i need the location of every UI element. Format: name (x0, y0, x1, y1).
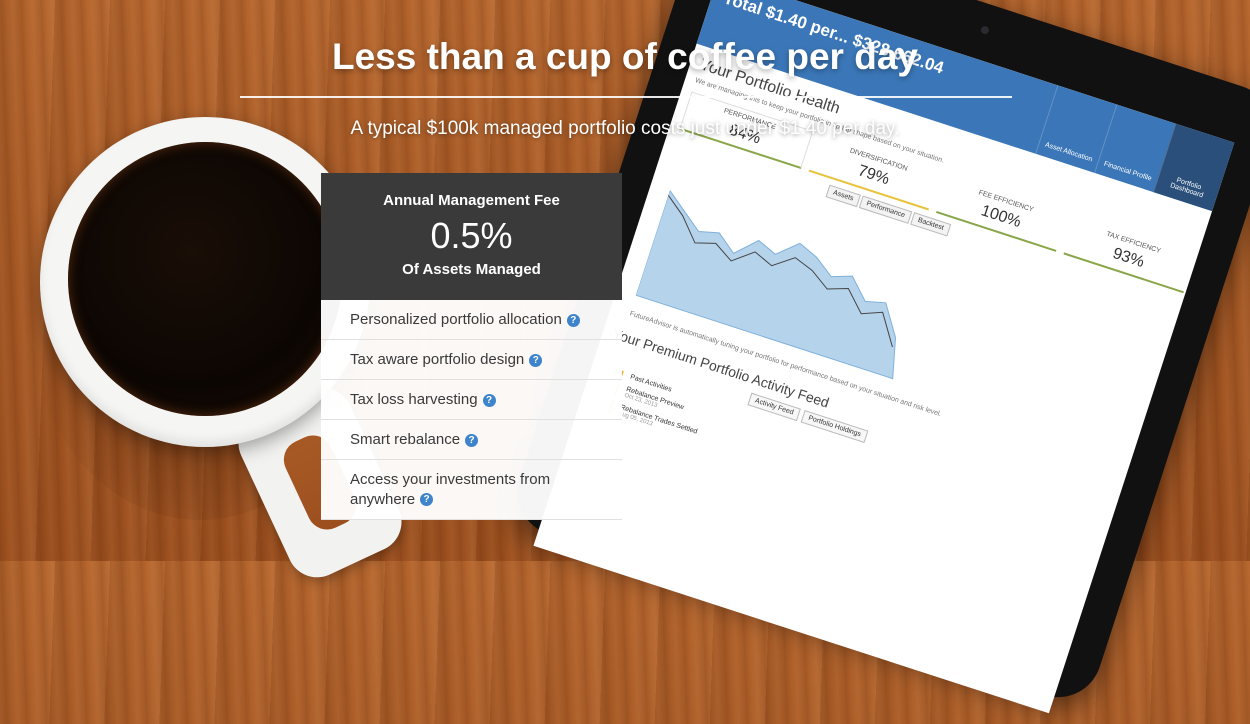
pricing-card: Annual Management Fee 0.5% Of Assets Man… (321, 173, 622, 520)
tablet-screen: Total $1.40 per... $328,662.04 Asset All… (533, 0, 1235, 714)
feature-item: Tax aware portfolio design? (321, 340, 622, 380)
fee-unit: Of Assets Managed (402, 261, 541, 278)
feature-label: Access your investments from anywhere? (350, 470, 551, 508)
fee-label: Annual Management Fee (383, 192, 560, 209)
feature-list: Personalized portfolio allocation? Tax a… (321, 300, 622, 520)
tab-assets: Assets (825, 184, 861, 208)
question-circle-icon[interactable]: ? (529, 353, 543, 367)
question-circle-icon[interactable]: ? (420, 493, 434, 507)
headline-divider (240, 96, 1012, 98)
feature-label: Tax loss harvesting? (350, 391, 496, 408)
feature-item: Tax loss harvesting? (321, 380, 622, 420)
feature-item: Personalized portfolio allocation? (321, 300, 622, 340)
fee-value: 0.5% (430, 215, 513, 256)
activity-item: Past Activities (619, 370, 1109, 536)
question-circle-icon[interactable]: ? (566, 313, 580, 327)
feature-item: Access your investments from anywhere? (321, 460, 622, 520)
coffee-surface (68, 142, 342, 416)
tablet-camera (979, 25, 990, 36)
question-circle-icon[interactable]: ? (482, 393, 496, 407)
hero-subheadline: A typical $100k managed portfolio costs … (350, 118, 900, 139)
feature-label: Personalized portfolio allocation? (350, 311, 580, 328)
pricing-card-header: Annual Management Fee 0.5% Of Assets Man… (321, 173, 622, 300)
question-circle-icon[interactable]: ? (465, 433, 479, 447)
hero-headline: Less than a cup of coffee per day (332, 36, 918, 77)
feature-label: Smart rebalance? (350, 431, 479, 448)
feature-label: Tax aware portfolio design? (350, 351, 543, 368)
feature-item: Smart rebalance? (321, 420, 622, 460)
